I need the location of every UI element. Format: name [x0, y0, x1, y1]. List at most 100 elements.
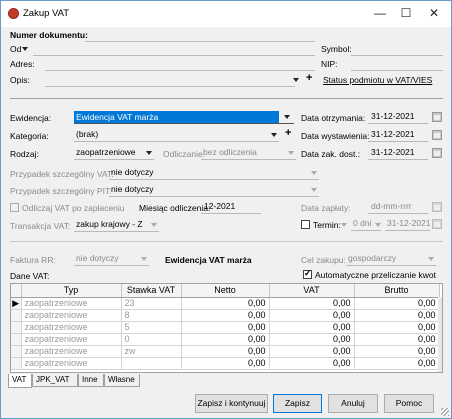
close-icon[interactable]: ✕ — [425, 5, 443, 21]
tab-jpk-vat[interactable]: JPK_VAT — [32, 374, 78, 387]
status-vat-vies-link[interactable]: Status podmiotu w VAT/VIES — [323, 75, 432, 85]
opis-input[interactable] — [45, 74, 295, 87]
save-continue-button[interactable]: Zapisz i kontynuuj — [195, 394, 268, 413]
cell-vat[interactable]: 0,00 — [269, 321, 355, 334]
cell-vat[interactable]: 0,00 — [269, 297, 355, 310]
adres-input[interactable] — [45, 58, 315, 71]
cell-brutto[interactable]: 0,00 — [354, 321, 440, 334]
cell-typ[interactable]: zaopatrzeniowe — [21, 321, 122, 334]
faktura-rr-dropdown-icon[interactable] — [141, 257, 147, 261]
ewidencja-select[interactable]: Ewidencja VAT marża — [74, 111, 294, 124]
symbol-input[interactable] — [351, 43, 443, 56]
rodzaj-dropdown-icon[interactable] — [146, 151, 152, 155]
column-header-netto[interactable]: Netto — [181, 284, 270, 298]
odliczanie-dropdown-icon[interactable] — [288, 151, 294, 155]
cell-stawka[interactable]: 23 — [121, 297, 182, 310]
resize-grip-icon[interactable] — [441, 408, 449, 416]
cel-zakupu-dropdown-icon[interactable] — [428, 257, 434, 261]
cell-typ[interactable]: zaopatrzeniowe — [21, 309, 122, 322]
cell-netto[interactable]: 0,00 — [181, 321, 270, 334]
termin-dni-dropdown-icon[interactable] — [375, 223, 381, 227]
odliczanie-select[interactable]: bez odliczenia — [201, 147, 296, 160]
cell-vat[interactable]: 0,00 — [269, 309, 355, 322]
cell-netto[interactable]: 0,00 — [181, 345, 270, 358]
od-input[interactable] — [33, 43, 315, 56]
nip-input[interactable] — [351, 58, 443, 71]
calendar-icon[interactable] — [432, 148, 442, 158]
calendar-icon[interactable] — [432, 130, 442, 140]
opis-dropdown-icon[interactable] — [293, 78, 299, 82]
odliczaj-vat-checkbox[interactable] — [10, 203, 19, 212]
calendar-icon[interactable] — [432, 219, 442, 229]
cell-typ[interactable]: zaopatrzeniowe — [21, 357, 122, 370]
save-button[interactable]: Zapisz — [273, 394, 322, 413]
cell-typ[interactable]: zaopatrzeniowe — [21, 345, 122, 358]
calendar-icon[interactable] — [432, 202, 442, 212]
table-row[interactable]: zaopatrzeniowe 8 0,00 0,00 0,00 — [11, 309, 440, 322]
table-row[interactable]: zaopatrzeniowe 5 0,00 0,00 0,00 — [11, 321, 440, 334]
automatyczne-przeliczanie-checkbox[interactable] — [303, 268, 312, 279]
column-header-stawka[interactable]: Stawka VAT — [121, 284, 182, 298]
ewidencja-dropdown-icon[interactable] — [284, 115, 290, 119]
data-zaplaty-input[interactable]: dd-mm-rrrr — [368, 201, 428, 214]
minimize-icon[interactable]: — — [371, 5, 389, 21]
faktura-rr-select[interactable]: nie dotyczy — [74, 253, 149, 266]
column-header-vat[interactable]: VAT — [269, 284, 355, 298]
data-wystawienia-input[interactable]: 31-12-2021 — [368, 129, 428, 142]
transakcja-vat-dropdown-icon[interactable] — [151, 223, 157, 227]
column-header-typ[interactable]: Typ — [21, 284, 122, 298]
cell-brutto[interactable]: 0,00 — [354, 345, 440, 358]
table-scrollbar[interactable] — [438, 297, 442, 372]
cel-zakupu-select[interactable]: gospodarczy — [346, 253, 436, 266]
cell-stawka[interactable]: 8 — [121, 309, 182, 322]
cell-typ[interactable]: zaopatrzeniowe — [21, 333, 122, 346]
przypadek-vat-dropdown-icon[interactable] — [311, 171, 317, 175]
cell-stawka[interactable]: 5 — [121, 321, 182, 334]
table-row[interactable]: zaopatrzeniowe 0 0,00 0,00 0,00 — [11, 333, 440, 346]
termin-checkbox[interactable] — [301, 220, 310, 229]
tab-wlasne[interactable]: Własne — [104, 374, 140, 387]
numer-dokumentu-input[interactable] — [85, 29, 315, 42]
cell-brutto[interactable]: 0,00 — [354, 333, 440, 346]
przypadek-vat-select[interactable]: nie dotyczy — [109, 167, 319, 180]
cell-netto[interactable]: 0,00 — [181, 297, 270, 310]
przypadek-pit-select[interactable]: nie dotyczy — [109, 184, 319, 197]
miesiac-odliczenia-input[interactable]: 12-2021 — [201, 201, 261, 214]
kategoria-dropdown-icon[interactable] — [271, 133, 277, 137]
cell-vat[interactable]: 0,00 — [269, 333, 355, 346]
rodzaj-value: zaopatrzeniowe — [76, 147, 136, 157]
table-row[interactable]: zaopatrzeniowe zw 0,00 0,00 0,00 — [11, 345, 440, 358]
od-dropdown-icon[interactable] — [22, 47, 28, 51]
cell-vat[interactable]: 0,00 — [269, 345, 355, 358]
column-header-brutto[interactable]: Brutto — [354, 284, 440, 298]
termin-dropdown-icon[interactable] — [341, 223, 347, 227]
rodzaj-select[interactable]: zaopatrzeniowe — [74, 147, 154, 160]
kategoria-select[interactable]: (brak) — [74, 129, 279, 142]
cell-brutto[interactable]: 0,00 — [354, 297, 440, 310]
calendar-icon[interactable] — [432, 112, 442, 122]
table-row[interactable]: ▶ zaopatrzeniowe 23 0,00 0,00 0,00 — [11, 297, 440, 310]
cell-brutto[interactable]: 0,00 — [354, 357, 440, 370]
cell-brutto[interactable]: 0,00 — [354, 309, 440, 322]
cell-stawka[interactable] — [121, 357, 182, 370]
cell-netto[interactable]: 0,00 — [181, 357, 270, 370]
cell-vat[interactable]: 0,00 — [269, 357, 355, 370]
add-kategoria-icon[interactable]: + — [285, 127, 291, 139]
cell-netto[interactable]: 0,00 — [181, 333, 270, 346]
tab-vat[interactable]: VAT — [8, 374, 32, 388]
add-opis-icon[interactable]: + — [306, 72, 312, 84]
przypadek-pit-dropdown-icon[interactable] — [311, 188, 317, 192]
cell-typ[interactable]: zaopatrzeniowe — [21, 297, 122, 310]
termin-date-input[interactable]: 31-12-2021 — [385, 218, 430, 231]
help-button[interactable]: Pomoc — [384, 394, 434, 413]
tab-inne[interactable]: Inne — [78, 374, 104, 387]
transakcja-vat-select[interactable]: zakup krajowy - Z — [74, 219, 159, 232]
cell-stawka[interactable]: 0 — [121, 333, 182, 346]
cell-netto[interactable]: 0,00 — [181, 309, 270, 322]
data-otrzymania-input[interactable]: 31-12-2021 — [368, 111, 428, 124]
cancel-button[interactable]: Anuluj — [328, 394, 378, 413]
cell-stawka[interactable]: zw — [121, 345, 182, 358]
maximize-icon[interactable]: ☐ — [397, 5, 415, 21]
data-zak-dost-input[interactable]: 31-12-2021 — [368, 147, 428, 160]
table-row[interactable]: zaopatrzeniowe 0,00 0,00 0,00 — [11, 357, 440, 370]
